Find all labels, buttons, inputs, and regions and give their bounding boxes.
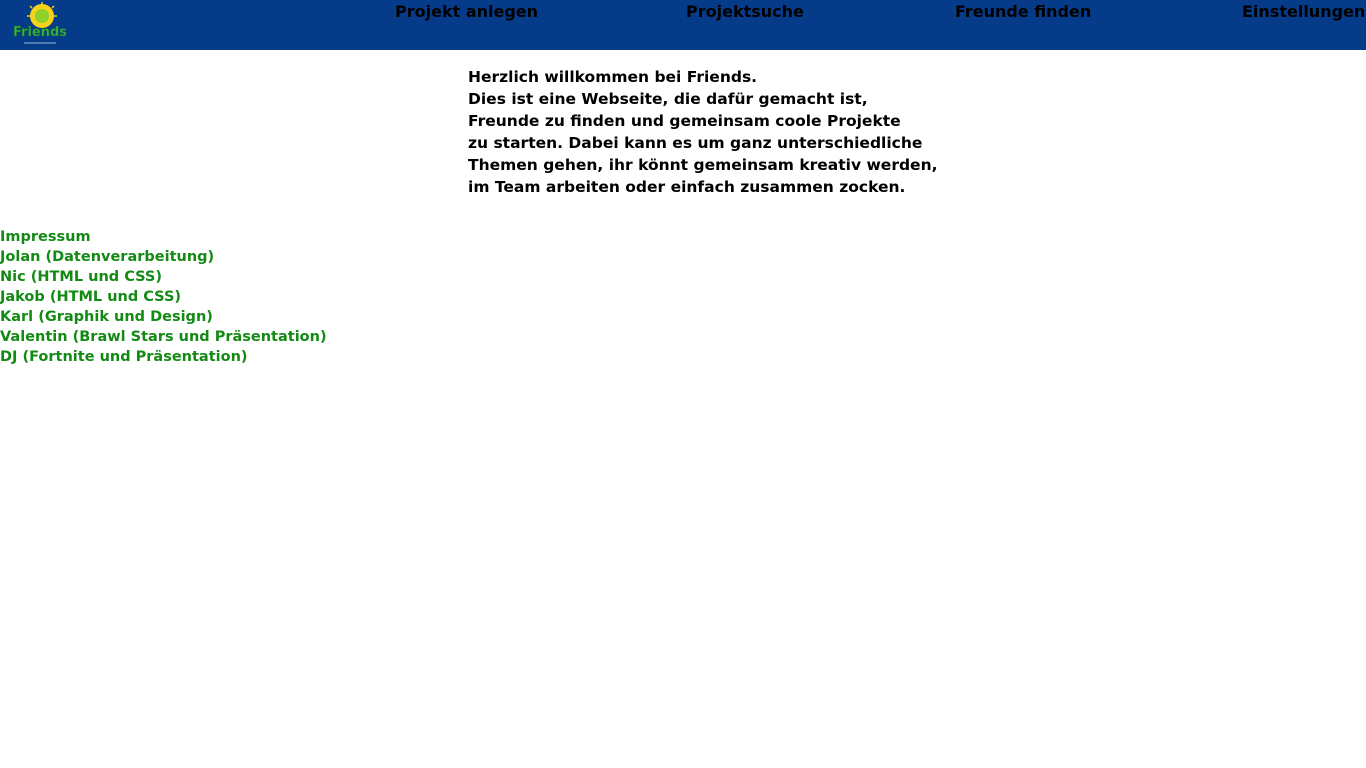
footer-links: Impressum Jolan (Datenverarbeitung) Nic … — [0, 227, 327, 367]
top-navigation-bar: Friends Projekt anlegen Projektsuche Fre… — [0, 0, 1366, 50]
link-dj[interactable]: DJ (Fortnite und Präsentation) — [0, 347, 327, 367]
welcome-line: Herzlich willkommen bei Friends. — [468, 68, 758, 86]
welcome-line: zu starten. Dabei kann es um ganz unters… — [468, 134, 923, 152]
friends-logo-icon[interactable]: Friends — [14, 2, 66, 46]
welcome-text: Herzlich willkommen bei Friends. Dies is… — [468, 66, 938, 198]
welcome-line: im Team arbeiten oder einfach zusammen z… — [468, 178, 906, 196]
link-valentin[interactable]: Valentin (Brawl Stars und Präsentation) — [0, 327, 327, 347]
nav-projekt-anlegen[interactable]: Projekt anlegen — [395, 2, 538, 21]
nav-freunde-finden[interactable]: Freunde finden — [955, 2, 1091, 21]
nav-projektsuche[interactable]: Projektsuche — [686, 2, 804, 21]
nav-einstellungen[interactable]: Einstellungen — [1242, 2, 1365, 21]
link-karl[interactable]: Karl (Graphik und Design) — [0, 307, 327, 327]
welcome-line: Themen gehen, ihr könnt gemeinsam kreati… — [468, 156, 938, 174]
link-impressum[interactable]: Impressum — [0, 227, 327, 247]
link-nic[interactable]: Nic (HTML und CSS) — [0, 267, 327, 287]
welcome-line: Dies ist eine Webseite, die dafür gemach… — [468, 90, 868, 108]
link-jakob[interactable]: Jakob (HTML und CSS) — [0, 287, 327, 307]
welcome-line: Freunde zu finden und gemeinsam coole Pr… — [468, 112, 901, 130]
link-jolan[interactable]: Jolan (Datenverarbeitung) — [0, 247, 327, 267]
svg-text:Friends: Friends — [14, 25, 66, 40]
